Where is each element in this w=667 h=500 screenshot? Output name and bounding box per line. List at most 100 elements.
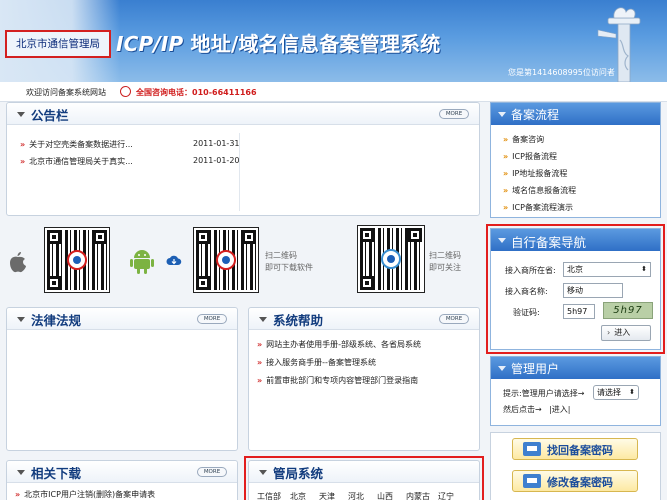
process-header: 备案流程	[491, 103, 660, 125]
list-item[interactable]: » ICP备案流程演示	[503, 202, 573, 213]
self-filing-nav-title: 自行备案导航	[511, 235, 587, 250]
bureau-link[interactable]: 山西	[377, 492, 393, 500]
list-item[interactable]: » 前置审批部门和专项内容管理部门登录指南	[257, 375, 418, 386]
change-password-button[interactable]: 修改备案密码	[512, 470, 638, 492]
select-arrow-icon: ⬍	[641, 265, 647, 273]
announcement-title: 公告栏	[31, 108, 69, 123]
bureau-link[interactable]: 天津	[319, 492, 335, 500]
qr-caption-line: 即可关注	[429, 263, 461, 272]
admin-select-value: 请选择	[597, 388, 621, 397]
admin-hint: 提示:管理用户请选择→	[503, 389, 585, 398]
bullet-icon: »	[503, 152, 509, 161]
process-link[interactable]: 备案咨询	[512, 135, 544, 144]
qr-download-caption: 扫二维码 即可下载软件	[265, 250, 313, 274]
announcement-header: 公告栏 MORE	[7, 103, 479, 125]
collapse-triangle-icon	[17, 112, 25, 117]
bullet-icon: »	[15, 490, 21, 499]
more-button[interactable]: MORE	[439, 314, 469, 324]
announcement-link[interactable]: 关于对空壳类备案数据进行...	[29, 140, 133, 149]
collapse-triangle-icon	[17, 470, 25, 475]
enter-button[interactable]: › 进入	[601, 325, 651, 341]
more-button[interactable]: MORE	[439, 109, 469, 119]
related-title: 相关下载	[31, 466, 82, 481]
bullet-icon: »	[257, 376, 263, 385]
collapse-triangle-icon	[259, 317, 267, 322]
list-item[interactable]: » 北京市ICP用户注销(删除)备案申请表	[15, 489, 155, 500]
bureau-link[interactable]: 内蒙古	[406, 492, 430, 500]
change-password-label: 修改备案密码	[547, 476, 613, 489]
help-panel: 系统帮助 MORE » 网站主办者使用手册-部级系统、各省局系统 » 接入服务商手册…	[248, 307, 480, 451]
bullet-icon: »	[503, 135, 509, 144]
announcement-date: 2011-01-20	[193, 156, 240, 165]
help-link[interactable]: 网站主办者使用手册-部级系统、各省局系统	[266, 340, 421, 349]
process-link[interactable]: IP地址报备流程	[512, 169, 567, 178]
admin-hint-suffix: 然后点击→	[503, 405, 542, 414]
help-title: 系统帮助	[273, 313, 324, 328]
android-icon[interactable]	[130, 248, 154, 274]
qr-caption-line: 扫二维码	[429, 251, 461, 260]
bureau-link[interactable]: 河北	[348, 492, 364, 500]
list-item[interactable]: » ICP报备流程	[503, 151, 557, 162]
enter-label: 进入	[614, 328, 631, 337]
list-item[interactable]: » 域名信息报备流程	[503, 185, 576, 196]
self-filing-nav-header: 自行备案导航	[491, 229, 660, 251]
process-link[interactable]: ICP备案流程演示	[512, 203, 573, 212]
province-select[interactable]: 北京 ⬍	[563, 262, 651, 277]
qr-logo-icon	[67, 250, 87, 270]
law-panel: 法律法规 MORE	[6, 307, 238, 451]
collapse-triangle-icon	[498, 112, 506, 117]
list-item[interactable]: » 关于对空壳类备案数据进行...	[20, 139, 133, 150]
list-item[interactable]: » IP地址报备流程	[503, 168, 567, 179]
welcome-text: 欢迎访问备案系统网站	[26, 88, 106, 97]
process-link[interactable]: 域名信息报备流程	[512, 186, 576, 195]
edit-icon	[523, 474, 541, 488]
site-title-latin: ICP/IP	[116, 32, 184, 56]
law-header: 法律法规 MORE	[7, 308, 237, 330]
bullet-icon: »	[503, 169, 509, 178]
find-password-button[interactable]: 找回备案密码	[512, 438, 638, 460]
province-label: 接入商所在省:	[505, 266, 556, 275]
bullet-icon: »	[503, 203, 509, 212]
captcha-input[interactable]: 5h97	[563, 304, 595, 319]
more-button[interactable]: MORE	[197, 314, 227, 324]
captcha-image[interactable]: 5h97	[603, 302, 653, 319]
qr-code-follow	[357, 225, 425, 293]
more-button[interactable]: MORE	[197, 467, 227, 477]
apple-icon[interactable]	[8, 250, 28, 274]
collapse-triangle-icon	[498, 366, 506, 371]
site-title-cn: 地址/域名信息备案管理系统	[183, 32, 441, 56]
list-item[interactable]: » 网站主办者使用手册-部级系统、各省局系统	[257, 339, 421, 350]
bullet-icon: »	[20, 157, 26, 166]
download-link[interactable]: 北京市ICP用户注销(删除)备案申请表	[24, 490, 155, 499]
list-item[interactable]: » 北京市通信管理局关于真实...	[20, 156, 133, 167]
phone-icon	[120, 86, 131, 97]
qr-code-ios	[44, 227, 110, 293]
admin-enter-link[interactable]: |进入|	[549, 404, 570, 415]
announcement-panel: 公告栏 MORE » 关于对空壳类备案数据进行... 2011-01-31 » 北京…	[6, 102, 480, 216]
help-link[interactable]: 接入服务商手册--备案管理系统	[266, 358, 376, 367]
list-item[interactable]: » 备案咨询	[503, 134, 544, 145]
help-link[interactable]: 前置审批部门和专项内容管理部门登录指南	[266, 376, 418, 385]
announcement-link[interactable]: 北京市通信管理局关于真实...	[29, 157, 133, 166]
qr-follow-caption: 扫二维码 即可关注	[429, 250, 461, 274]
self-filing-nav-panel: 自行备案导航 接入商所在省: 北京 ⬍ 接入商名称: 移动 验证码: 5h97 …	[490, 228, 661, 350]
admin-title: 管理用户	[511, 362, 560, 376]
qr-logo-icon	[381, 249, 401, 269]
bureau-systems-links: 工信部 北京 天津 河北 山西 内蒙古 辽宁	[257, 491, 454, 500]
bureau-link[interactable]: 工信部	[257, 492, 281, 500]
list-item[interactable]: » 接入服务商手册--备案管理系统	[257, 357, 376, 368]
admin-user-select[interactable]: 请选择 ⬍	[593, 385, 639, 400]
site-header: 北京市通信管理局 ICP/IP 地址/域名信息备案管理系统 您是第1414608…	[0, 0, 667, 82]
provider-name-input[interactable]: 移动	[563, 283, 623, 298]
hotline-text: 全国咨询电话：010-66411166	[136, 88, 257, 97]
bullet-icon: »	[257, 340, 263, 349]
process-link[interactable]: ICP报备流程	[512, 152, 557, 161]
bureau-systems-title: 管局系统	[273, 466, 324, 481]
site-title: ICP/IP 地址/域名信息备案管理系统	[116, 28, 440, 57]
key-icon	[523, 442, 541, 456]
bureau-link[interactable]: 辽宁	[438, 492, 454, 500]
bureau-systems-header: 管局系统	[249, 461, 479, 483]
qr-code-android	[193, 227, 259, 293]
bureau-link[interactable]: 北京	[290, 492, 306, 500]
bureau-name-box: 北京市通信管理局	[5, 30, 111, 58]
